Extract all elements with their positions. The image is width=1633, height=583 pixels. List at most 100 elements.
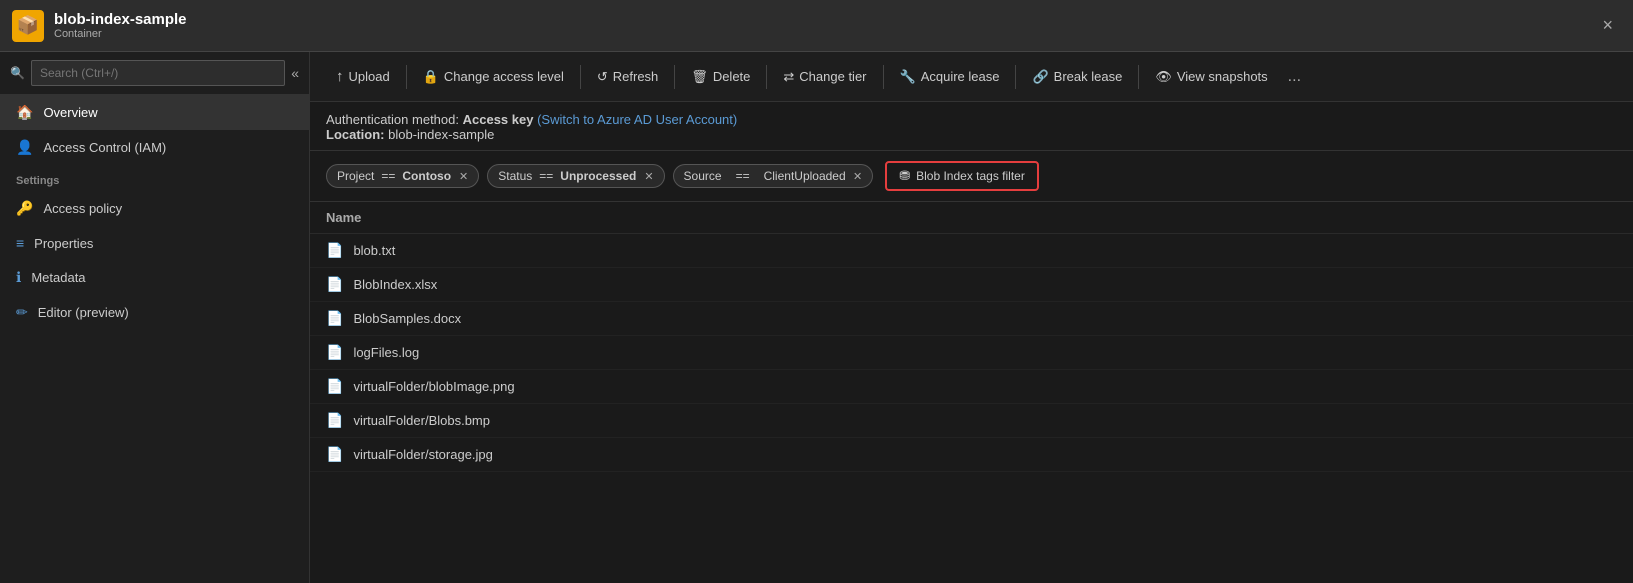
sidebar-item-iam[interactable]: 👤 Access Control (IAM) [0,130,309,165]
overview-icon: 🏠 [16,104,33,121]
file-row[interactable]: 📄 virtualFolder/Blobs.bmp [310,404,1633,438]
file-name: virtualFolder/storage.jpg [353,447,492,462]
sidebar: 🔍 « 🏠 Overview 👤 Access Control (IAM) Se… [0,52,310,583]
filter-funnel-icon: ⛃ [899,168,910,184]
file-icon: 📄 [326,242,343,259]
divider-7 [1138,65,1139,89]
acquire-lease-button[interactable]: 🔧 Acquire lease [890,63,1010,91]
auth-method-value: Access key [463,112,534,127]
source-key: Source [673,164,732,188]
location-value: blob-index-sample [388,127,494,142]
search-input[interactable] [31,60,285,86]
file-icon: 📄 [326,310,343,327]
file-row[interactable]: 📄 virtualFolder/storage.jpg [310,438,1633,472]
sidebar-item-editor[interactable]: ✏ Editor (preview) [0,295,309,330]
project-filter-tag: Project == Contoso ✕ [326,164,479,188]
file-icon: 📄 [326,378,343,395]
delete-button[interactable]: 🗑 Delete [681,63,760,91]
divider-2 [580,65,581,89]
delete-icon: 🗑 [691,69,708,85]
file-row[interactable]: 📄 blob.txt [310,234,1633,268]
break-lease-button[interactable]: 🔗 Break lease [1022,63,1132,91]
project-filter-close[interactable]: ✕ [459,170,468,183]
file-name: logFiles.log [353,345,419,360]
main-layout: 🔍 « 🏠 Overview 👤 Access Control (IAM) Se… [0,52,1633,583]
file-icon: 📄 [326,344,343,361]
upload-icon: ↑ [336,68,344,85]
editor-icon: ✏ [16,304,28,321]
file-name: blob.txt [353,243,395,258]
file-row[interactable]: 📄 BlobIndex.xlsx [310,268,1633,302]
snapshots-icon: 👁 [1155,69,1172,85]
content-area: ↑ Upload 🔒 Change access level ↺ Refresh… [310,52,1633,583]
source-eq: == [732,164,754,188]
source-filter-close[interactable]: ✕ [853,171,862,183]
app-icon: 📦 [12,10,44,42]
upload-button[interactable]: ↑ Upload [326,62,400,91]
sidebar-search-bar: 🔍 « [0,52,309,95]
location-label: Location: [326,127,385,142]
project-eq: == [381,169,395,183]
iam-icon: 👤 [16,139,33,156]
divider-1 [406,65,407,89]
file-list-header: Name [310,202,1633,234]
switch-auth-link[interactable]: (Switch to Azure AD User Account) [537,112,737,127]
close-button[interactable]: × [1594,11,1621,40]
sidebar-item-label: Editor (preview) [38,305,129,320]
title-bar: 📦 blob-index-sample Container × [0,0,1633,52]
sidebar-nav: 🏠 Overview 👤 Access Control (IAM) Settin… [0,95,309,583]
file-row[interactable]: 📄 logFiles.log [310,336,1633,370]
divider-6 [1015,65,1016,89]
file-row[interactable]: 📄 BlobSamples.docx [310,302,1633,336]
refresh-button[interactable]: ↺ Refresh [587,63,668,91]
sidebar-item-overview[interactable]: 🏠 Overview [0,95,309,130]
blob-index-tags-filter-button[interactable]: ⛃ Blob Index tags filter [885,161,1039,191]
refresh-icon: ↺ [597,69,608,85]
source-val: ClientUploaded ✕ [754,164,874,188]
divider-3 [674,65,675,89]
status-eq: == [539,169,553,183]
settings-section-label: Settings [0,165,309,191]
sidebar-item-label: Metadata [31,270,85,285]
sidebar-item-label: Access policy [43,201,122,216]
auth-method-label: Authentication method: [326,112,459,127]
status-filter-close[interactable]: ✕ [644,170,653,183]
blob-index-filter-label: Blob Index tags filter [916,169,1025,183]
sidebar-item-metadata[interactable]: ℹ Metadata [0,260,309,295]
auth-info: Authentication method: Access key (Switc… [310,102,1633,151]
filter-bar: Project == Contoso ✕ Status == Unprocess… [310,151,1633,202]
app-title: blob-index-sample [54,11,1594,28]
sidebar-item-label: Overview [43,105,97,120]
view-snapshots-button[interactable]: 👁 View snapshots [1145,63,1277,91]
sidebar-item-label: Properties [34,236,93,251]
file-row[interactable]: 📄 virtualFolder/blobImage.png [310,370,1633,404]
status-val: Unprocessed [560,169,636,183]
file-name: virtualFolder/blobImage.png [353,379,514,394]
file-list: Name 📄 blob.txt 📄 BlobIndex.xlsx 📄 BlobS… [310,202,1633,583]
toolbar: ↑ Upload 🔒 Change access level ↺ Refresh… [310,52,1633,102]
sidebar-item-access-policy[interactable]: 🔑 Access policy [0,191,309,226]
file-icon: 📄 [326,446,343,463]
metadata-icon: ℹ [16,269,21,286]
more-button[interactable]: ... [1280,62,1309,92]
status-key: Status [498,169,532,183]
divider-4 [766,65,767,89]
change-access-button[interactable]: 🔒 Change access level [413,63,574,91]
project-key: Project [337,169,374,183]
break-icon: 🔗 [1032,69,1048,85]
tier-icon: ⇄ [783,69,794,85]
status-filter-tag: Status == Unprocessed ✕ [487,164,664,188]
title-text: blob-index-sample Container [54,11,1594,40]
source-filter-tag: Source == ClientUploaded ✕ [673,164,874,188]
collapse-button[interactable]: « [291,65,299,81]
change-tier-button[interactable]: ⇄ Change tier [773,63,876,91]
file-icon: 📄 [326,412,343,429]
sidebar-item-label: Access Control (IAM) [43,140,166,155]
divider-5 [883,65,884,89]
file-name: BlobSamples.docx [353,311,461,326]
properties-icon: ≡ [16,235,24,251]
lock-icon: 🔒 [423,69,439,85]
acquire-icon: 🔧 [900,69,916,85]
sidebar-item-properties[interactable]: ≡ Properties [0,226,309,260]
file-name: virtualFolder/Blobs.bmp [353,413,490,428]
